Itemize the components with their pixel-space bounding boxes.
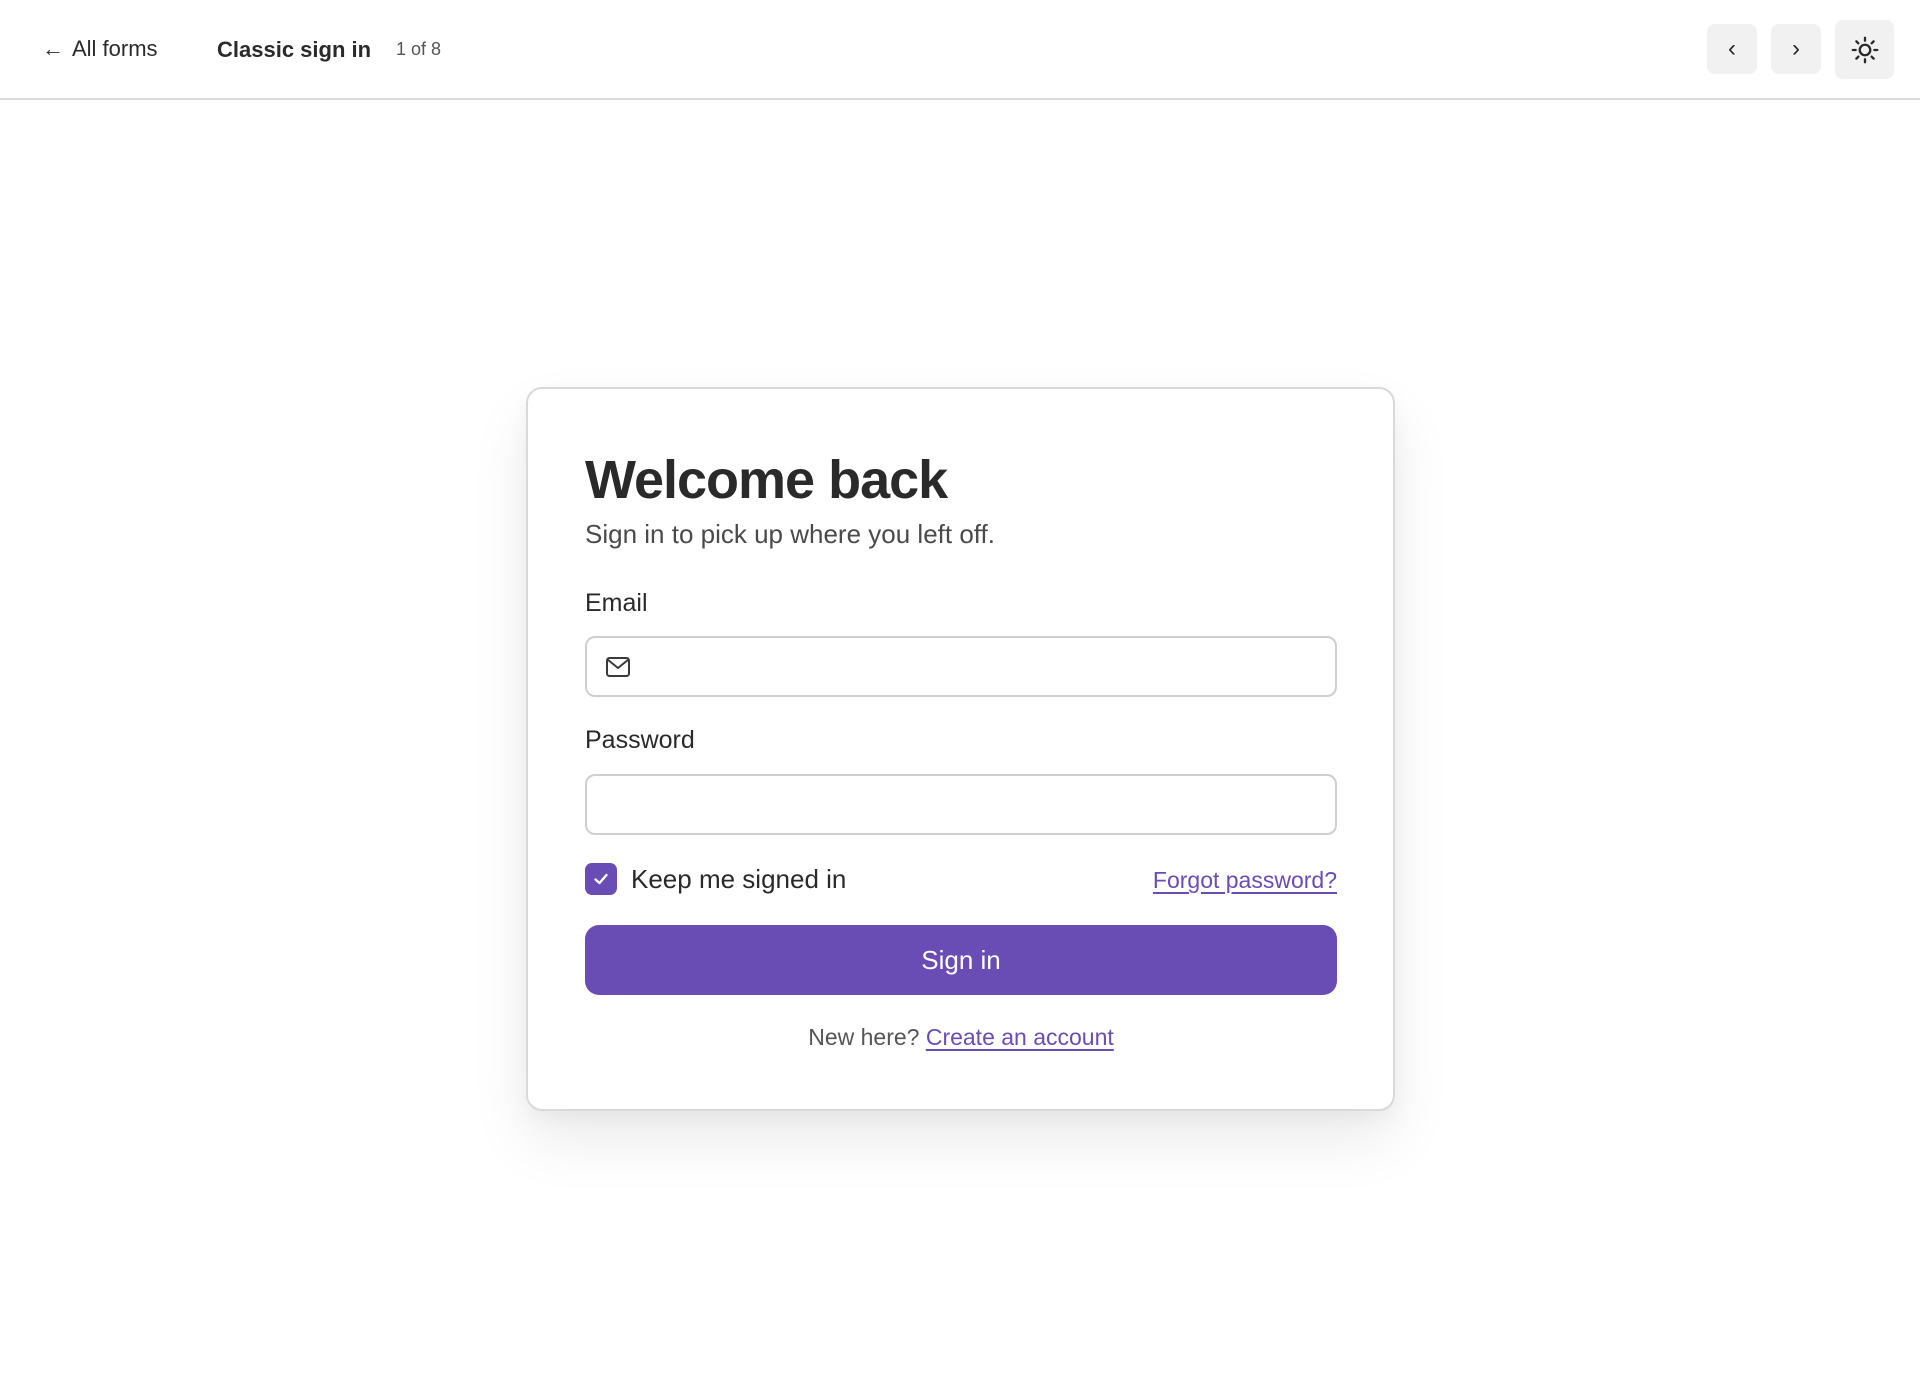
checkmark-icon bbox=[594, 873, 608, 885]
forgot-password-link[interactable]: Forgot password? bbox=[1153, 867, 1337, 894]
new-here-text: New here? bbox=[808, 1024, 920, 1050]
back-to-all-forms-link[interactable]: ← All forms bbox=[42, 36, 158, 62]
create-account-row: New here? Create an account bbox=[585, 1024, 1337, 1051]
email-field-wrapper bbox=[585, 636, 1337, 697]
password-input[interactable] bbox=[587, 776, 1335, 833]
page-subtitle: Sign in to pick up where you left off. bbox=[585, 519, 995, 549]
sun-icon bbox=[1851, 36, 1878, 63]
email-label: Email bbox=[585, 589, 648, 617]
next-form-button[interactable]: › bbox=[1771, 24, 1821, 74]
password-label: Password bbox=[585, 726, 695, 754]
page-title: Welcome back bbox=[585, 450, 948, 510]
chevron-left-icon: ‹ bbox=[1728, 35, 1736, 62]
email-input[interactable] bbox=[587, 638, 1335, 695]
keep-signed-in-checkbox-row[interactable]: Keep me signed in bbox=[585, 863, 846, 895]
theme-toggle-button[interactable] bbox=[1835, 20, 1894, 79]
chevron-right-icon: › bbox=[1792, 35, 1800, 62]
create-account-link[interactable]: Create an account bbox=[926, 1024, 1114, 1050]
password-field-wrapper bbox=[585, 774, 1337, 835]
previous-form-button[interactable]: ‹ bbox=[1707, 24, 1757, 74]
top-bar: ← All forms Classic sign in 1 of 8 ‹ › bbox=[0, 0, 1920, 100]
form-title: Classic sign in bbox=[217, 37, 372, 62]
sign-in-card: Welcome back Sign in to pick up where yo… bbox=[526, 387, 1395, 1111]
sign-in-button[interactable]: Sign in bbox=[585, 925, 1337, 995]
back-link-label: All forms bbox=[72, 36, 158, 61]
arrow-left-icon: ← bbox=[42, 36, 64, 61]
keep-signed-in-checkbox[interactable] bbox=[585, 863, 617, 895]
keep-signed-in-label: Keep me signed in bbox=[631, 863, 847, 894]
form-counter: 1 of 8 bbox=[396, 39, 442, 59]
mail-icon bbox=[606, 657, 630, 677]
